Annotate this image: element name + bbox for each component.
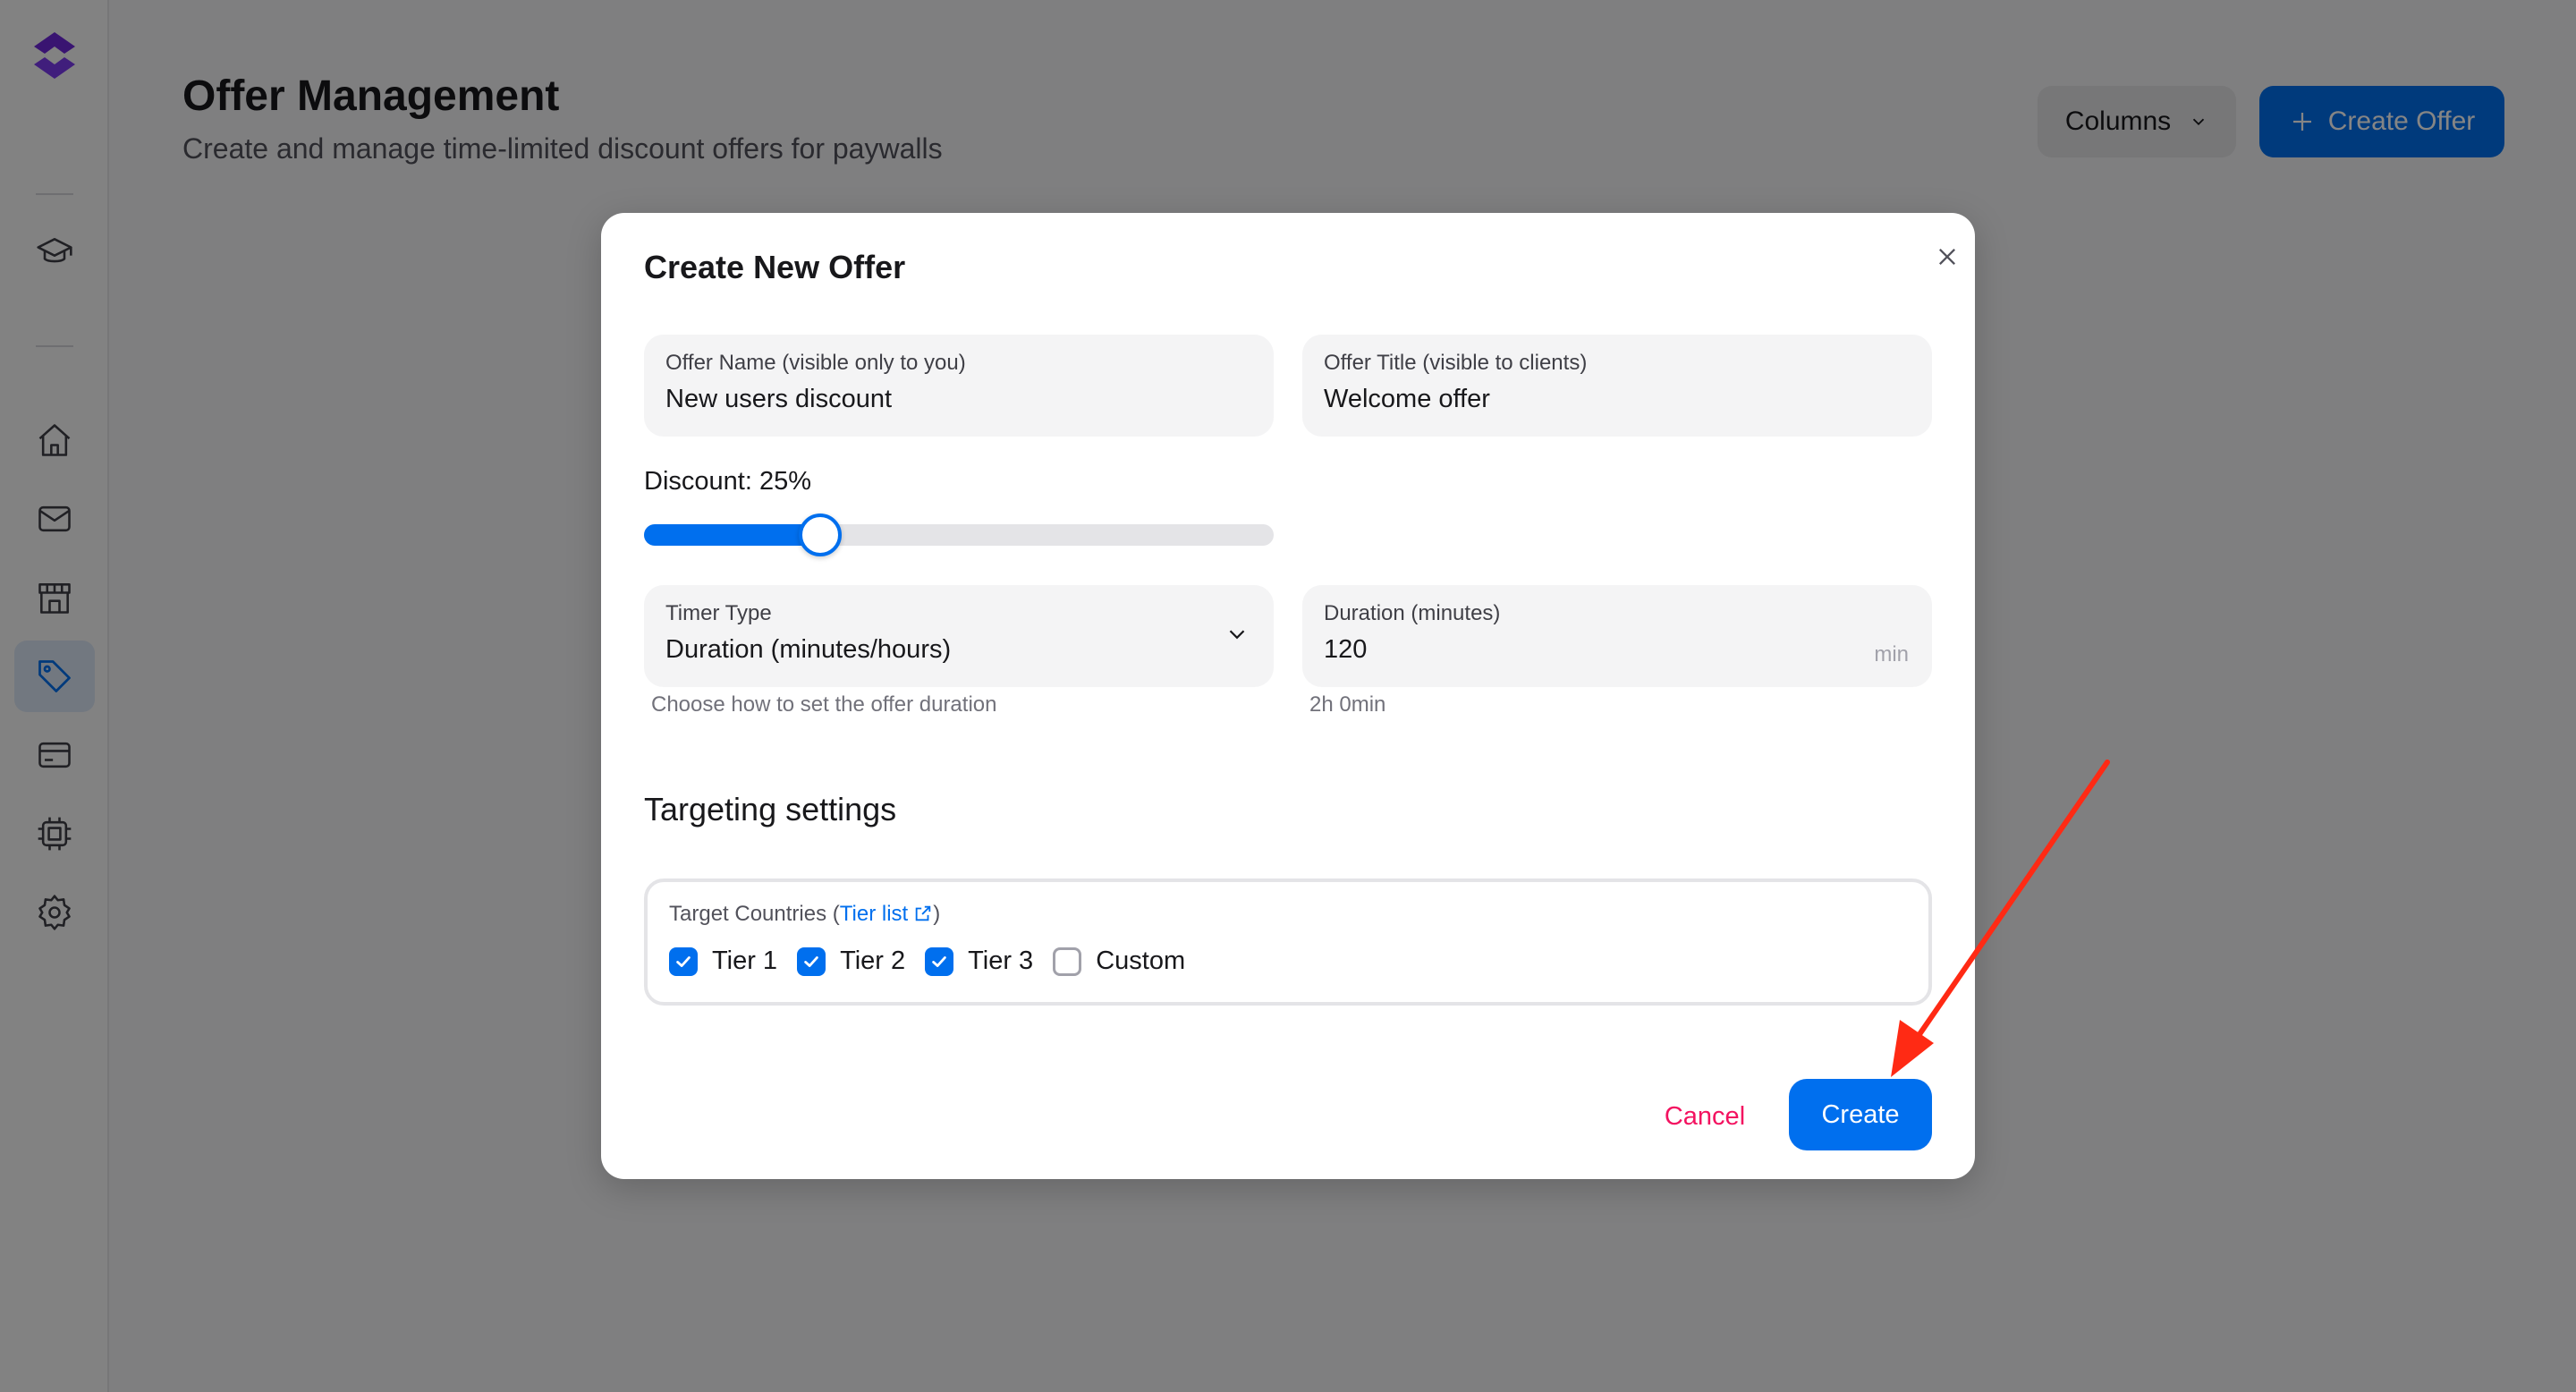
chevron-down-icon	[1229, 630, 1245, 640]
duration-label: Duration (minutes)	[1324, 601, 1501, 625]
checkbox-checked-icon[interactable]	[797, 946, 826, 976]
checkbox-custom[interactable]: Custom	[1053, 946, 1185, 976]
create-offer-dialog: Create New Offer Offer Name (visible onl…	[601, 213, 1975, 1179]
checkbox-checked-icon[interactable]	[669, 946, 698, 976]
checkbox-label: Custom	[1096, 946, 1186, 975]
duration-value[interactable]: 120	[1324, 635, 1367, 665]
checkmark-icon	[932, 955, 946, 967]
offer-name-input[interactable]: Offer Name (visible only to you) New use…	[644, 335, 1274, 437]
timer-type-value: Duration (minutes/hours)	[665, 635, 952, 664]
checkbox-label: Tier 2	[840, 946, 906, 975]
discount-slider[interactable]	[644, 514, 1274, 556]
dialog-title: Create New Offer	[644, 249, 906, 285]
offer-name-label: Offer Name (visible only to you)	[665, 351, 966, 375]
offer-title-input[interactable]: Offer Title (visible to clients) Welcome…	[1302, 335, 1932, 437]
target-countries-group: Target Countries (Tier list) Tier 1 Tier …	[644, 878, 1932, 1006]
cancel-button[interactable]: Cancel	[1639, 1081, 1771, 1152]
checkbox-tier-2[interactable]: Tier 2	[797, 946, 905, 976]
checkbox-checked-icon[interactable]	[925, 946, 954, 976]
timer-type-select[interactable]: Timer Type Duration (minutes/hours)	[644, 585, 1274, 687]
duration-helper: 2h 0min	[1309, 692, 1386, 717]
tier-checkbox-row: Tier 1 Tier 2 Tier 3 Custom	[669, 946, 1205, 976]
offer-name-value[interactable]: New users discount	[665, 385, 892, 414]
close-button[interactable]	[1925, 234, 1970, 279]
checkmark-icon	[676, 955, 691, 967]
checkbox-label: Tier 1	[712, 946, 778, 975]
checkbox-tier-3[interactable]: Tier 3	[925, 946, 1033, 976]
discount-slider-thumb[interactable]	[799, 514, 843, 556]
offer-title-label: Offer Title (visible to clients)	[1324, 351, 1588, 375]
checkbox-label: Tier 3	[968, 946, 1034, 975]
close-icon	[1939, 249, 1955, 265]
timer-type-label: Timer Type	[665, 601, 772, 625]
external-link-icon	[915, 905, 931, 921]
create-button[interactable]: Create	[1789, 1079, 1932, 1150]
offer-title-value[interactable]: Welcome offer	[1324, 385, 1490, 414]
duration-input[interactable]: Duration (minutes) 120 min	[1302, 585, 1932, 687]
timer-type-helper: Choose how to set the offer duration	[651, 692, 997, 717]
checkmark-icon	[804, 955, 818, 967]
target-countries-label: Target Countries (Tier list)	[669, 902, 941, 926]
checkbox-unchecked-icon[interactable]	[1053, 946, 1082, 976]
duration-suffix: min	[1874, 642, 1909, 666]
tier-list-link[interactable]: Tier list	[840, 902, 933, 926]
checkbox-tier-1[interactable]: Tier 1	[669, 946, 777, 976]
targeting-section-title: Targeting settings	[644, 791, 897, 828]
discount-label: Discount: 25%	[644, 467, 811, 496]
discount-slider-fill	[644, 524, 821, 546]
